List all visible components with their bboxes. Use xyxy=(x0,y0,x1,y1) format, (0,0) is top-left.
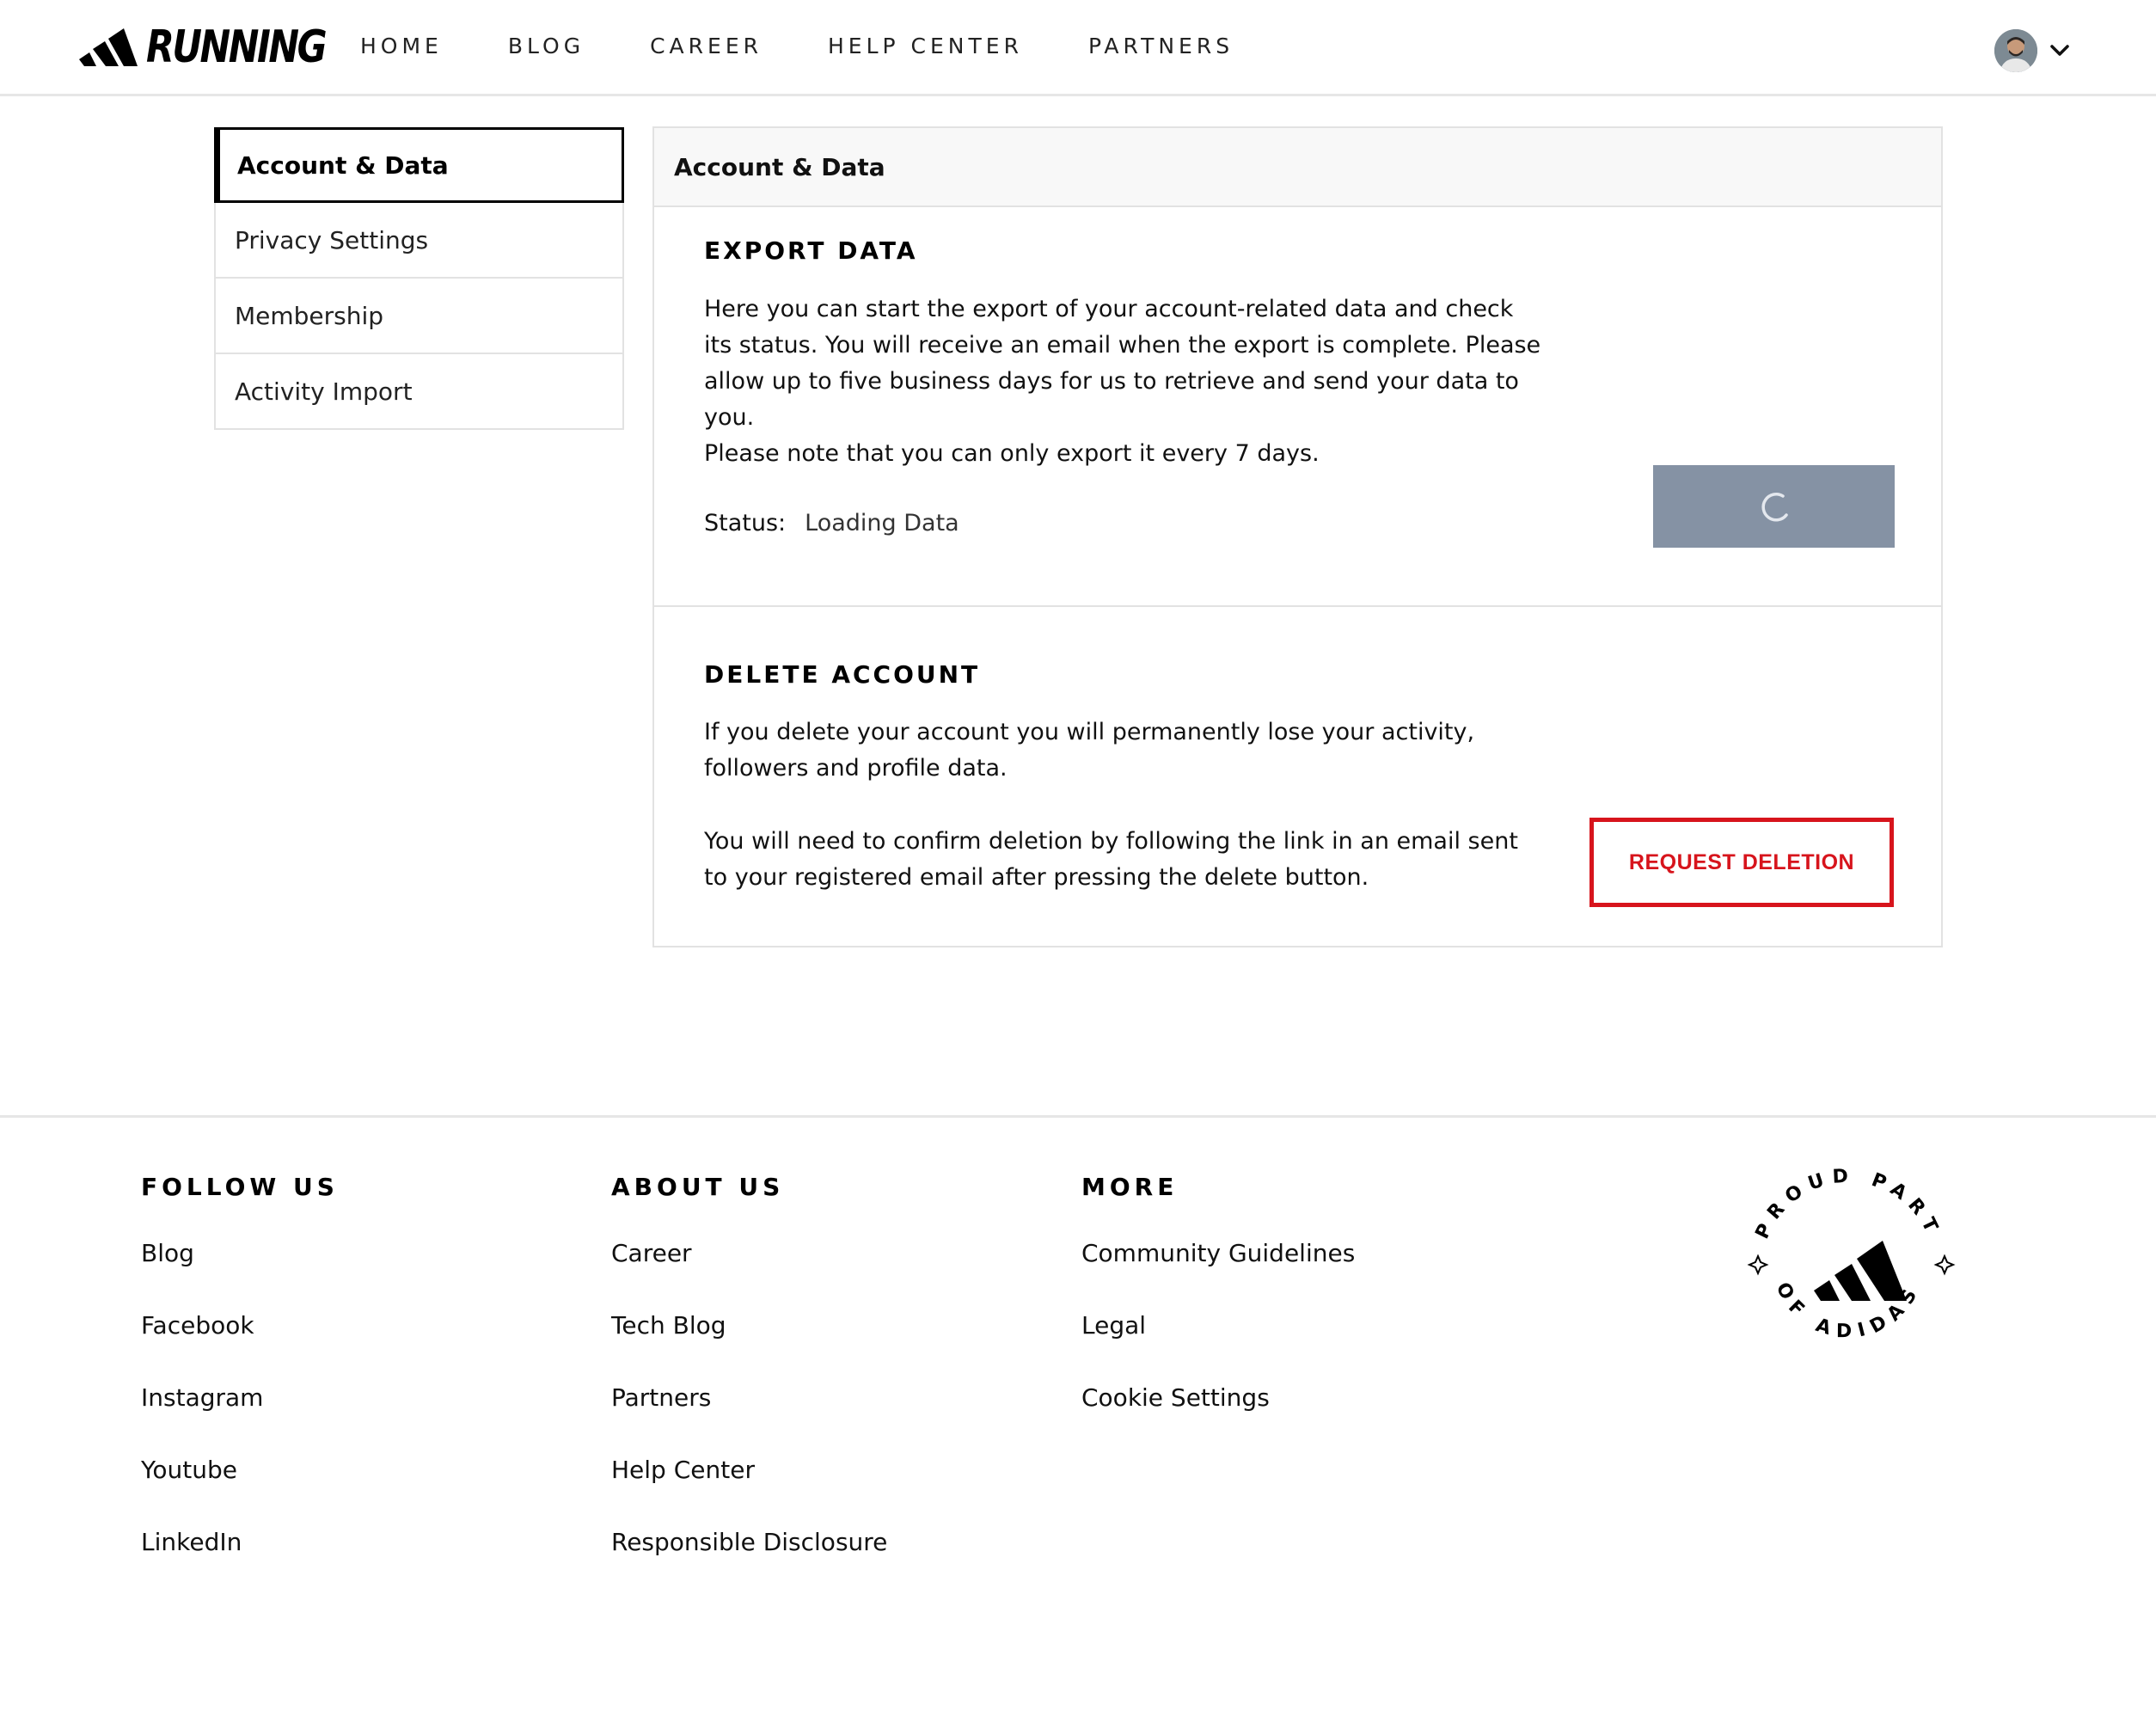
nav-home[interactable]: HOME xyxy=(360,29,443,64)
sidebar-item-account-data[interactable]: Account & Data xyxy=(214,127,624,203)
footer-column-more: MORE Community Guidelines Legal Cookie S… xyxy=(1081,1169,1355,1434)
export-data-note: Please note that you can only export it … xyxy=(704,440,1320,467)
delete-account-heading: DELETE ACCOUNT xyxy=(704,660,981,689)
footer-link-instagram[interactable]: Instagram xyxy=(141,1362,339,1434)
sidebar-item-privacy-settings[interactable]: Privacy Settings xyxy=(214,203,624,279)
adidas-stripes-icon xyxy=(79,28,138,66)
sidebar-item-label: Membership xyxy=(235,301,384,330)
sidebar-item-membership[interactable]: Membership xyxy=(214,279,624,354)
svg-text:PROUD PART: PROUD PART xyxy=(1752,1166,1945,1242)
delete-account-section: DELETE ACCOUNT If you delete your accoun… xyxy=(654,609,1941,947)
nav-career[interactable]: CAREER xyxy=(650,29,763,64)
nav-partners[interactable]: PARTNERS xyxy=(1088,29,1234,64)
sidebar-item-label: Activity Import xyxy=(235,377,413,406)
footer-column-follow-us: FOLLOW US Blog Facebook Instagram Youtub… xyxy=(141,1169,339,1579)
delete-account-description: If you delete your account you will perm… xyxy=(704,719,1475,782)
brand-logo[interactable]: RUNNING xyxy=(79,21,364,73)
footer-link-responsible-disclosure[interactable]: Responsible Disclosure xyxy=(611,1506,887,1579)
footer-link-legal[interactable]: Legal xyxy=(1081,1290,1355,1362)
status-value: Loading Data xyxy=(805,510,959,537)
settings-sidebar: Account & Data Privacy Settings Membersh… xyxy=(214,127,624,430)
footer-link-youtube[interactable]: Youtube xyxy=(141,1434,339,1506)
footer-link-help-center[interactable]: Help Center xyxy=(611,1434,887,1506)
request-deletion-button[interactable]: REQUEST DELETION xyxy=(1589,818,1894,907)
avatar[interactable] xyxy=(1994,29,2037,72)
proud-part-of-adidas-badge: PROUD PART OF ADIDAS xyxy=(1747,1166,1956,1342)
adidas-stripes-icon xyxy=(1814,1241,1907,1301)
nav-help-center[interactable]: HELP CENTER xyxy=(828,29,1023,64)
top-navigation-bar: RUNNING HOME BLOG CAREER HELP CENTER PAR… xyxy=(0,0,2156,96)
footer-link-linkedin[interactable]: LinkedIn xyxy=(141,1506,339,1579)
export-data-section: EXPORT DATA Here you can start the expor… xyxy=(654,207,1941,607)
badge-text-top: PROUD PART xyxy=(1752,1166,1938,1242)
footer-column-title: FOLLOW US xyxy=(141,1173,339,1201)
site-footer: FOLLOW US Blog Facebook Instagram Youtub… xyxy=(0,1115,2156,1723)
footer-link-partners[interactable]: Partners xyxy=(611,1362,887,1434)
footer-link-cookie-settings[interactable]: Cookie Settings xyxy=(1081,1362,1355,1434)
user-avatar-icon xyxy=(1994,29,2037,72)
user-menu[interactable] xyxy=(1994,29,2070,72)
sidebar-item-label: Account & Data xyxy=(237,150,449,180)
export-data-description: Here you can start the export of your ac… xyxy=(704,296,1541,431)
status-label: Status: xyxy=(704,510,787,537)
sidebar-item-activity-import[interactable]: Activity Import xyxy=(214,354,624,430)
brand-name: RUNNING xyxy=(146,21,328,73)
main-nav: HOME BLOG CAREER HELP CENTER PARTNERS xyxy=(360,29,1299,64)
loading-spinner-icon xyxy=(1761,493,1788,522)
chevron-down-icon[interactable] xyxy=(2049,44,2070,58)
footer-link-blog[interactable]: Blog xyxy=(141,1217,339,1290)
footer-link-facebook[interactable]: Facebook xyxy=(141,1290,339,1362)
export-data-heading: EXPORT DATA xyxy=(704,236,918,265)
panel-title: Account & Data xyxy=(654,128,1941,207)
account-data-panel: Account & Data EXPORT DATA Here you can … xyxy=(652,126,1943,947)
export-status: Status: Loading Data xyxy=(704,510,959,537)
footer-link-career[interactable]: Career xyxy=(611,1217,887,1290)
footer-column-about-us: ABOUT US Career Tech Blog Partners Help … xyxy=(611,1169,887,1579)
export-data-button[interactable] xyxy=(1653,465,1895,548)
footer-column-title: MORE xyxy=(1081,1173,1179,1201)
footer-link-tech-blog[interactable]: Tech Blog xyxy=(611,1290,887,1362)
footer-link-community-guidelines[interactable]: Community Guidelines xyxy=(1081,1217,1355,1290)
delete-account-note: You will need to confirm deletion by fol… xyxy=(704,828,1518,891)
footer-column-title: ABOUT US xyxy=(611,1173,785,1201)
sidebar-item-label: Privacy Settings xyxy=(235,225,429,254)
nav-blog[interactable]: BLOG xyxy=(508,29,585,64)
